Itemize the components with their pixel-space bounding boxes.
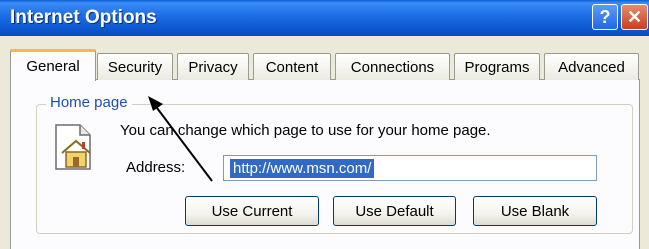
help-button[interactable]: ?	[592, 4, 618, 30]
use-current-label: Use Current	[211, 202, 293, 220]
tab-privacy[interactable]: Privacy	[177, 53, 249, 80]
use-blank-button[interactable]: Use Blank	[473, 196, 597, 226]
tab-label: Connections	[350, 58, 435, 76]
tab-label: Content	[265, 58, 319, 76]
use-current-button[interactable]: Use Current	[185, 196, 319, 226]
close-icon: ✕	[626, 6, 643, 27]
internet-options-window: Internet Options ? ✕ General Security Pr…	[0, 0, 649, 249]
home-page-description: You can change which page to use for you…	[120, 122, 491, 139]
tab-strip: General Security Privacy Content Connect…	[10, 49, 640, 81]
tab-advanced[interactable]: Advanced	[544, 53, 639, 80]
address-value: http://www.msn.com/	[230, 159, 375, 178]
use-default-label: Use Default	[355, 202, 434, 220]
use-default-button[interactable]: Use Default	[333, 196, 456, 226]
tab-label: Advanced	[558, 58, 625, 76]
title-bar[interactable]: Internet Options ? ✕	[0, 0, 649, 36]
window-title: Internet Options	[10, 7, 157, 28]
tab-general[interactable]: General	[10, 49, 96, 81]
close-button[interactable]: ✕	[621, 4, 648, 30]
tab-label: Programs	[464, 58, 530, 76]
address-input[interactable]: http://www.msn.com/	[223, 155, 597, 181]
tab-label: Security	[107, 58, 163, 76]
help-icon: ?	[599, 6, 611, 27]
tab-content[interactable]: Content	[253, 53, 331, 80]
address-label: Address:	[126, 159, 186, 176]
tab-programs[interactable]: Programs	[454, 53, 540, 80]
tab-connections[interactable]: Connections	[335, 53, 450, 80]
tab-label: General	[26, 58, 80, 75]
home-page-icon	[55, 124, 91, 170]
tab-security[interactable]: Security	[97, 53, 173, 80]
home-page-group-title: Home page	[46, 94, 132, 111]
use-blank-label: Use Blank	[500, 202, 570, 220]
tab-label: Privacy	[188, 58, 238, 76]
